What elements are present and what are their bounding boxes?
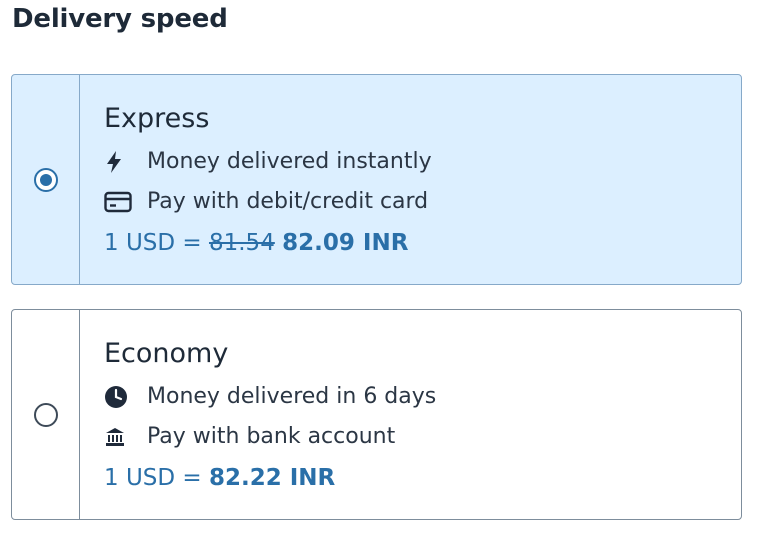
- radio-button-express[interactable]: [33, 167, 58, 192]
- radio-column[interactable]: [12, 310, 80, 519]
- delivery-option-express[interactable]: Express Money delivered instantly Pay wi…: [11, 74, 742, 285]
- lightning-icon: [104, 150, 134, 174]
- radio-column[interactable]: [12, 75, 80, 284]
- rate-prefix: 1 USD =: [104, 465, 209, 491]
- feature-row: Money delivered in 6 days: [104, 384, 436, 409]
- new-rate: 82.09 INR: [282, 230, 409, 256]
- delivery-option-economy[interactable]: Economy Money delivered in 6 days Pay wi…: [11, 309, 742, 520]
- option-content: Express Money delivered instantly Pay wi…: [80, 75, 741, 284]
- feature-text: Pay with bank account: [147, 424, 396, 449]
- old-rate: 81.54: [208, 230, 275, 256]
- exchange-rate: 1 USD = 81.54 82.09 INR: [104, 230, 408, 256]
- option-name: Economy: [104, 338, 229, 369]
- feature-row: Money delivered instantly: [104, 149, 432, 174]
- feature-text: Money delivered instantly: [147, 149, 432, 174]
- exchange-rate: 1 USD = 82.22 INR: [104, 465, 335, 491]
- new-rate: 82.22 INR: [208, 465, 336, 491]
- feature-text: Money delivered in 6 days: [147, 384, 437, 409]
- option-name: Express: [104, 103, 210, 134]
- bank-icon: [104, 425, 134, 449]
- credit-card-icon: [104, 190, 134, 214]
- feature-text: Pay with debit/credit card: [147, 189, 429, 214]
- option-content: Economy Money delivered in 6 days Pay wi…: [80, 310, 741, 519]
- feature-row: Pay with bank account: [104, 424, 395, 449]
- radio-button-economy[interactable]: [33, 402, 58, 427]
- feature-row: Pay with debit/credit card: [104, 189, 428, 214]
- clock-icon: [104, 385, 134, 409]
- rate-prefix: 1 USD =: [104, 230, 209, 256]
- page-title: Delivery speed: [12, 4, 228, 34]
